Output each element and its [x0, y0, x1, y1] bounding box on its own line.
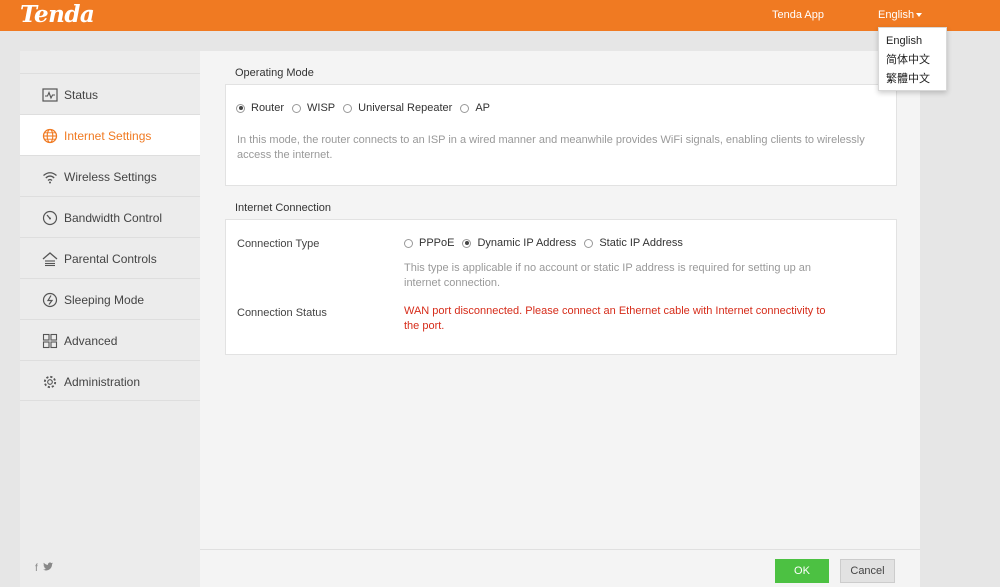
- sidebar-item-internet-settings[interactable]: Internet Settings: [20, 114, 200, 155]
- sidebar-item-label: Advanced: [64, 334, 118, 348]
- sidebar-item-label: Wireless Settings: [64, 170, 157, 184]
- connection-status-label: Connection Status: [237, 307, 327, 319]
- social-links: f: [35, 562, 58, 574]
- language-option-english[interactable]: English: [879, 32, 946, 51]
- radio-label-static-ip[interactable]: Static IP Address: [599, 237, 683, 249]
- wifi-icon: [43, 172, 57, 184]
- language-selector[interactable]: English: [878, 9, 923, 21]
- sidebar-item-label: Internet Settings: [64, 129, 152, 143]
- operating-mode-description: In this mode, the router connects to an …: [237, 134, 865, 161]
- tenda-app-link[interactable]: Tenda App: [772, 9, 824, 21]
- facebook-icon[interactable]: f: [35, 563, 38, 574]
- sidebar-item-label: Status: [64, 88, 99, 102]
- sidebar-item-wireless-settings[interactable]: Wireless Settings: [20, 155, 200, 196]
- language-option-traditional-chinese[interactable]: 繁體中文: [879, 70, 946, 89]
- radio-router[interactable]: [236, 103, 245, 113]
- caret-down-icon: [916, 13, 923, 18]
- radio-label-dynamic-ip[interactable]: Dynamic IP Address: [477, 237, 576, 249]
- tenda-logo[interactable]: Tenda: [20, 1, 95, 28]
- sidebar-item-status[interactable]: Status: [20, 73, 200, 114]
- top-bar: Tenda Tenda App English: [0, 0, 1000, 31]
- language-menu: English 简体中文 繁體中文: [878, 27, 947, 91]
- language-current-label: English: [878, 9, 915, 21]
- operating-mode-options: Router WISP Universal Repeater AP: [236, 102, 498, 114]
- radio-label-universal-repeater[interactable]: Universal Repeater: [358, 102, 452, 114]
- radio-wisp[interactable]: [292, 103, 302, 113]
- radio-ap[interactable]: [460, 103, 470, 113]
- operating-mode-title: Operating Mode: [235, 67, 314, 79]
- language-option-simplified-chinese[interactable]: 简体中文: [879, 51, 946, 70]
- sidebar-item-label: Administration: [64, 375, 141, 389]
- sidebar-item-label: Parental Controls: [64, 252, 157, 266]
- gear-icon: [43, 375, 57, 389]
- sidebar-item-bandwidth-control[interactable]: Bandwidth Control: [20, 196, 200, 237]
- radio-dynamic-ip[interactable]: [462, 238, 472, 248]
- sidebar-item-sleeping-mode[interactable]: Sleeping Mode: [20, 278, 200, 319]
- action-bar: OK Cancel: [200, 549, 920, 587]
- radio-label-wisp[interactable]: WISP: [307, 102, 335, 114]
- sidebar-item-label: Bandwidth Control: [64, 211, 163, 225]
- ok-button[interactable]: OK: [775, 559, 829, 583]
- radio-label-router[interactable]: Router: [251, 102, 284, 114]
- status-icon: [42, 88, 58, 102]
- globe-icon: [42, 128, 58, 144]
- radio-pppoe[interactable]: [404, 238, 413, 248]
- sidebar-item-label: Sleeping Mode: [64, 293, 145, 307]
- radio-static-ip[interactable]: [584, 238, 594, 248]
- sidebar: Status Internet Settings Wireless Settin…: [20, 51, 200, 587]
- internet-connection-title: Internet Connection: [235, 202, 332, 214]
- sidebar-item-advanced[interactable]: Advanced: [20, 319, 200, 360]
- radio-label-pppoe[interactable]: PPPoE: [419, 237, 454, 249]
- sleep-icon: [42, 292, 58, 308]
- grid-icon: [42, 333, 58, 349]
- radio-label-ap[interactable]: AP: [475, 102, 490, 114]
- sidebar-item-administration[interactable]: Administration: [20, 360, 200, 401]
- twitter-icon[interactable]: [42, 562, 53, 574]
- cancel-button[interactable]: Cancel: [840, 559, 895, 583]
- connection-type-options: PPPoE Dynamic IP Address Static IP Addre…: [404, 237, 691, 249]
- sidebar-item-parental-controls[interactable]: Parental Controls: [20, 237, 200, 278]
- operating-mode-panel: Router WISP Universal Repeater AP In thi…: [225, 84, 897, 186]
- connection-status-value: WAN port disconnected. Please connect an…: [404, 305, 826, 332]
- connection-type-label: Connection Type: [237, 238, 320, 250]
- internet-connection-panel: Connection Type PPPoE Dynamic IP Address…: [225, 219, 897, 355]
- radio-universal-repeater[interactable]: [343, 103, 353, 113]
- connection-type-description: This type is applicable if no account or…: [404, 262, 812, 289]
- house-icon: [42, 252, 58, 267]
- gauge-icon: [42, 210, 58, 226]
- main-content: Operating Mode Router WISP Universal Rep…: [200, 51, 920, 549]
